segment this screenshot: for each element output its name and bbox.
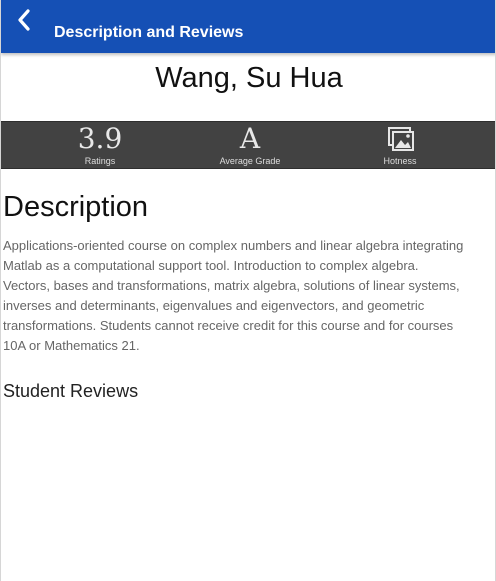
hotness-label: Hotness [383, 156, 417, 166]
app-bar: Description and Reviews [1, 0, 495, 53]
average-grade-value: A [239, 122, 261, 155]
description-line: Matlab as a computational support tool. … [3, 258, 419, 273]
description-line: 10A or Mathematics 21. [3, 338, 140, 353]
student-reviews-heading: Student Reviews [3, 381, 139, 401]
stats-bar: 3.9 Ratings A Average Grade Hotness [1, 121, 495, 170]
ratings-label: Ratings [84, 156, 116, 166]
screen: Description and Reviews Wang, Su Hua 3.9… [0, 0, 496, 581]
description-text: Applications-oriented course on complex … [3, 236, 495, 356]
description-line: Applications-oriented course on complex … [3, 238, 464, 253]
stat-ratings: 3.9 Ratings [45, 122, 155, 170]
chevron-left-icon [18, 9, 30, 31]
photo-gallery-icon [388, 127, 414, 151]
ratings-value: 3.9 [77, 122, 123, 155]
back-button[interactable] [13, 6, 39, 34]
average-grade-label: Average Grade [219, 156, 281, 166]
page-title: Description and Reviews [54, 24, 244, 41]
description-line: inverses and determinants, eigenvalues a… [3, 298, 425, 313]
description-heading: Description [3, 191, 149, 223]
stat-average-grade: A Average Grade [195, 122, 305, 170]
description-line: transformations. Students cannot receive… [3, 318, 454, 333]
professor-name: Wang, Su Hua [155, 62, 343, 94]
description-line: Vectors, bases and transformations, matr… [3, 278, 460, 293]
stat-hotness: Hotness [345, 122, 455, 170]
